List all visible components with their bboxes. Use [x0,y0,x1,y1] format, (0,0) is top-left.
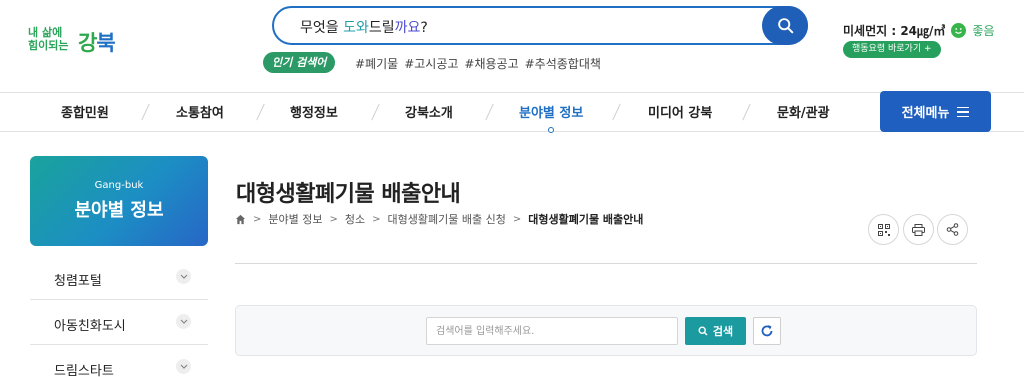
side-title-en: Gang-buk [94,180,144,191]
breadcrumb-item[interactable]: 청소 [345,211,365,227]
hamburger-icon [957,106,970,117]
side-item-child-city[interactable]: 아동친화도시 [30,301,208,345]
main-search-bar[interactable]: 무엇을 도와드릴까요? [272,6,808,45]
nav-divider [485,103,494,121]
tag-link[interactable]: #폐기물 [355,55,398,72]
nav-item-media[interactable]: 미디어 강북 [648,102,712,121]
global-nav: 종합민원 소통참여 행정정보 강북소개 분야별 정보 미디어 강북 문화/관광 [0,92,1024,132]
page-title: 대형생활폐기물 배출안내 [236,182,461,207]
search-icon [698,326,708,336]
main-search-button[interactable] [762,6,808,45]
search-icon [777,18,793,34]
logo-line-2: 힘이되는 [28,39,69,52]
popular-tags: #폐기물 #고시공고 #채용공고 #추석종합대책 [355,55,601,72]
logo-line-1: 내 삶에 [28,26,63,39]
side-item-dream-start[interactable]: 드림스타트 [30,346,208,377]
nav-divider [371,103,380,121]
print-button[interactable] [903,214,934,245]
all-menu-button[interactable]: 전체메뉴 [880,91,991,132]
side-item-integrity[interactable]: 청렴포털 [30,256,208,300]
site-logo[interactable]: 내 삶에 힘이되는 강북 [28,24,128,58]
search-prompt: 무엇을 도와드릴까요? [300,20,428,36]
side-item-label: 드림스타트 [54,364,114,377]
printer-icon [912,223,925,236]
reset-button[interactable] [753,317,781,345]
nav-item-admin[interactable]: 행정정보 [290,102,338,121]
nav-divider [256,103,265,121]
nav-item-culture[interactable]: 문화/관광 [777,102,830,121]
chevron-down-icon [176,269,191,284]
title-divider [235,263,977,264]
chevron-right-icon: > [253,213,262,225]
popular-keywords-badge: 인기 검색어 [263,52,336,73]
side-title-ko: 분야별 정보 [74,200,164,221]
nav-item-participation[interactable]: 소통참여 [176,102,224,121]
nav-divider [742,103,751,121]
chevron-down-icon [176,359,191,374]
all-menu-label: 전체메뉴 [901,106,950,121]
breadcrumb: > 분야별 정보 > 청소 > 대형생활폐기물 배출 신청 > 대형생활폐기물 … [235,211,643,227]
nav-active-indicator [548,127,554,133]
chevron-right-icon: > [329,213,338,225]
logo-brand: 강북 [78,31,116,55]
content-search-box: 검색 [235,305,977,356]
nav-divider [612,103,621,121]
side-menu-header: Gang-buk 분야별 정보 [30,156,208,246]
nav-item-civil[interactable]: 종합민원 [61,102,109,121]
refresh-icon [761,325,773,337]
qr-code-button[interactable] [868,214,899,245]
search-button-label: 검색 [712,325,734,338]
nav-item-field-info[interactable]: 분야별 정보 [519,102,583,121]
breadcrumb-current: 대형생활폐기물 배출안내 [528,213,644,226]
home-icon[interactable] [235,214,246,225]
share-icon [946,223,959,236]
fine-dust-status: 미세먼지 : 24㎍/㎥ 좋음 [843,22,995,39]
qr-code-icon [877,223,890,236]
side-item-label: 아동친화도시 [54,319,126,334]
fine-dust-grade: 좋음 [972,24,995,38]
chevron-right-icon: > [512,213,522,225]
action-guide-link[interactable]: 행동요령 바로가기 + [843,41,941,58]
tag-link[interactable]: #채용공고 [464,55,518,72]
tag-link[interactable]: #추석종합대책 [525,55,601,72]
chevron-right-icon: > [372,213,381,225]
keyword-search-button[interactable]: 검색 [685,317,746,345]
fine-dust-label: 미세먼지 : 24㎍/㎥ [843,24,946,38]
chevron-down-icon [176,314,191,329]
share-button[interactable] [937,214,968,245]
tag-link[interactable]: #고시공고 [404,55,458,72]
keyword-search-input[interactable] [426,317,678,345]
nav-item-about[interactable]: 강북소개 [405,102,453,121]
smile-icon [951,23,967,38]
breadcrumb-item[interactable]: 분야별 정보 [268,211,322,227]
side-item-label: 청렴포털 [54,274,102,289]
nav-divider [141,103,150,121]
breadcrumb-item[interactable]: 대형생활폐기물 배출 신청 [388,211,506,227]
